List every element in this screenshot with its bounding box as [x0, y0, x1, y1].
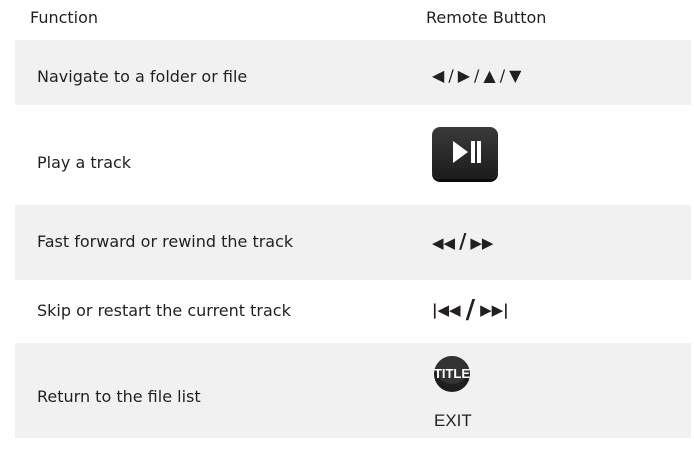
table-row: Play a track — [15, 105, 691, 205]
function-label: Fast forward or rewind the track — [37, 232, 294, 251]
skip-back-icon: |◀◀ — [432, 301, 461, 319]
table-row: Fast forward or rewind the track ◀◀ / ▶▶ — [15, 205, 691, 280]
function-label: Play a track — [37, 153, 132, 172]
separator: / — [465, 295, 476, 325]
down-arrow-icon: ▼ — [509, 66, 523, 85]
remote-button-column-header: Remote Button — [426, 8, 547, 27]
title-key-icon: TITLE EXIT — [432, 347, 502, 437]
table-header: Function Remote Button — [0, 0, 694, 38]
function-column-header: Function — [30, 8, 99, 27]
function-label: Skip or restart the current track — [37, 301, 291, 320]
table-row: Navigate to a folder or file ◀ / ▶ / ▲ / ▼ — [15, 40, 691, 105]
separator: / — [448, 66, 455, 85]
function-label: Return to the file list — [37, 387, 201, 406]
seek-buttons: ◀◀ / ▶▶ — [432, 231, 493, 253]
separator: / — [499, 66, 507, 85]
separator: / — [474, 66, 481, 85]
separator: / — [459, 229, 467, 253]
skip-buttons: |◀◀ / ▶▶| — [432, 297, 509, 323]
skip-forward-icon: ▶▶| — [480, 301, 509, 319]
fast-forward-icon: ▶▶ — [470, 234, 494, 252]
exit-caption: EXIT — [434, 411, 472, 430]
play-pause-key-icon — [432, 127, 500, 179]
direction-arrows: ◀ / ▶ / ▲ / ▼ — [432, 66, 522, 86]
title-key-label: TITLE — [434, 366, 470, 381]
table-row: Skip or restart the current track |◀◀ / ▶▶… — [15, 280, 691, 343]
up-arrow-icon: ▲ — [483, 66, 497, 85]
table-row: Return to the file list TITLE EXIT — [15, 343, 691, 438]
function-label: Navigate to a folder or file — [37, 67, 248, 86]
left-arrow-icon: ◀ — [432, 66, 446, 85]
right-arrow-icon: ▶ — [457, 66, 472, 85]
rewind-icon: ◀◀ — [432, 234, 456, 252]
